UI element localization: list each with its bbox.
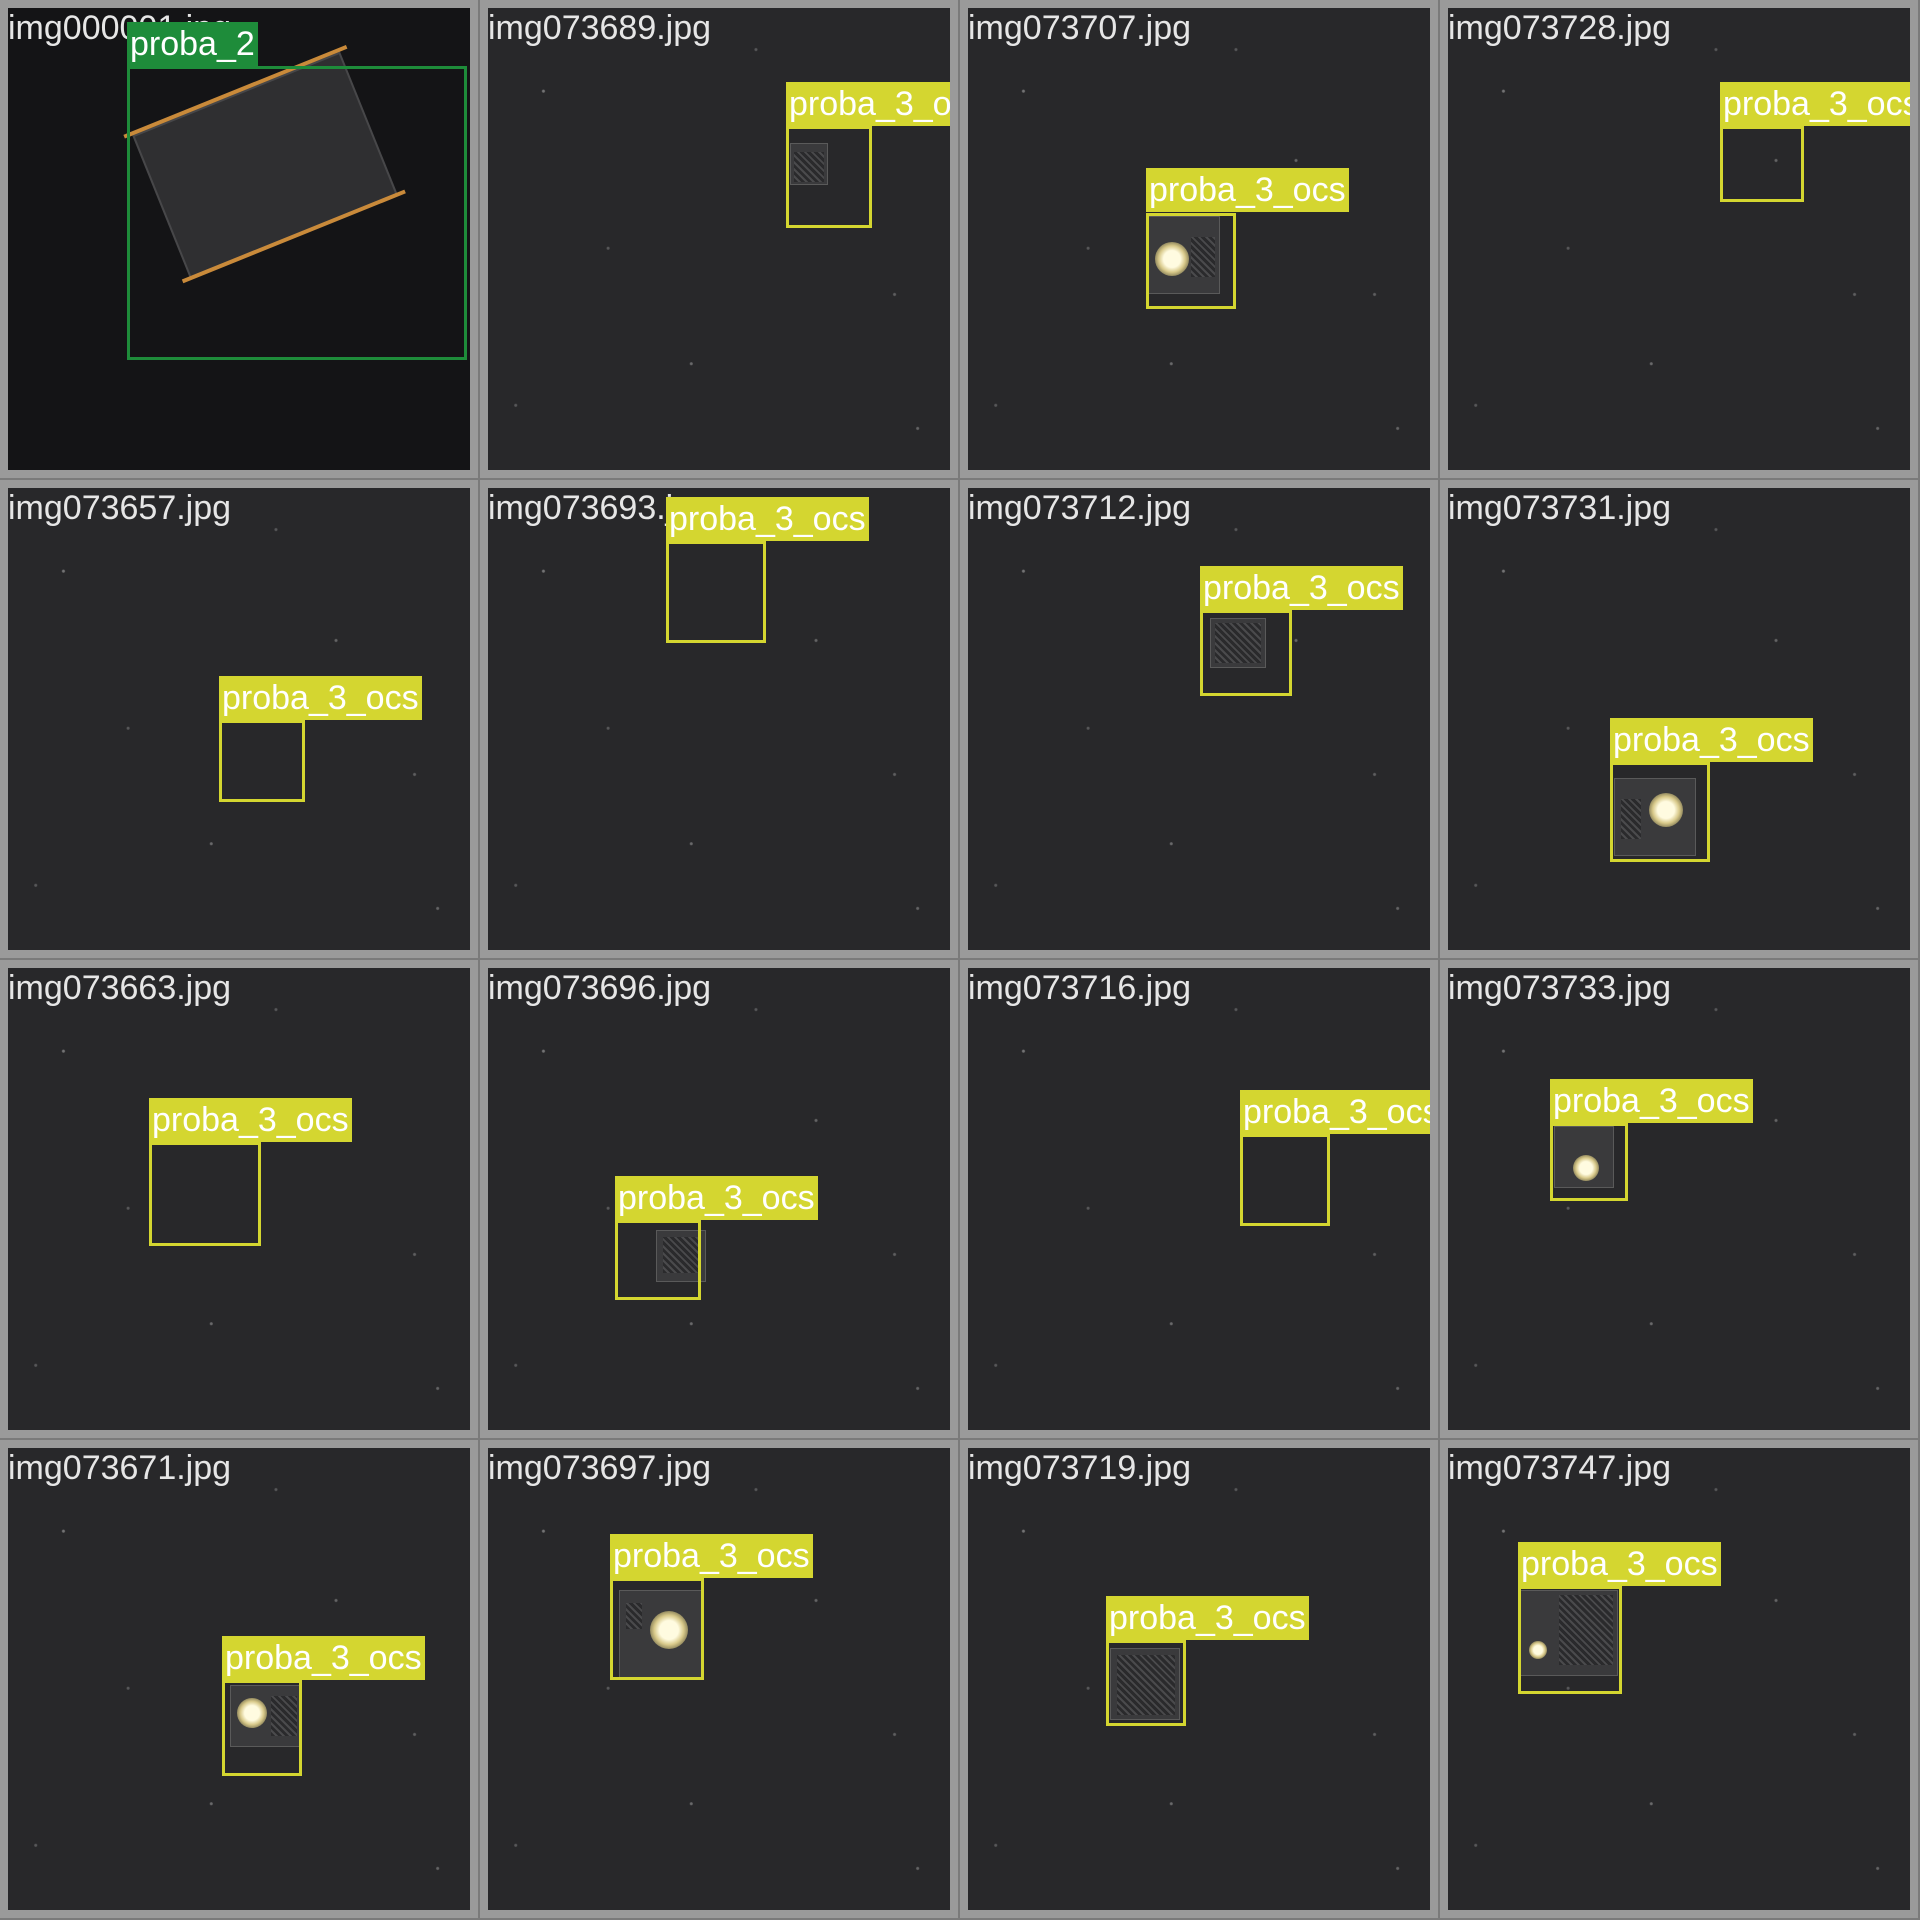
image-filename: img073689.jpg bbox=[488, 9, 712, 47]
image-tile[interactable]: img073728.jpg proba_3_ocs bbox=[1440, 0, 1918, 478]
bounding-box bbox=[1518, 1586, 1622, 1694]
image-filename: img073733.jpg bbox=[1448, 969, 1672, 1007]
class-label: proba_3_ocs bbox=[786, 82, 950, 126]
bounding-box bbox=[127, 66, 467, 360]
image-filename: img073671.jpg bbox=[8, 1449, 232, 1487]
image-tile[interactable]: img073663.jpg proba_3_ocs bbox=[0, 960, 478, 1438]
image-tile[interactable]: img073719.jpg proba_3_ocs bbox=[960, 1440, 1438, 1918]
image-tile[interactable]: img073693.jpg proba_3_ocs bbox=[480, 480, 958, 958]
class-label: proba_3_ocs bbox=[1200, 566, 1403, 610]
bounding-box bbox=[1146, 213, 1236, 309]
image-filename: img073716.jpg bbox=[968, 969, 1192, 1007]
image-filename: img073712.jpg bbox=[968, 489, 1192, 527]
class-label: proba_2 bbox=[127, 22, 258, 66]
image-tile[interactable]: img073657.jpg proba_3_ocs bbox=[0, 480, 478, 958]
bounding-box bbox=[610, 1578, 704, 1680]
image-tile[interactable]: img073671.jpg proba_3_ocs bbox=[0, 1440, 478, 1918]
bounding-box bbox=[1240, 1134, 1330, 1226]
image-filename: img073747.jpg bbox=[1448, 1449, 1672, 1487]
bounding-box bbox=[1550, 1123, 1628, 1201]
bounding-box bbox=[222, 1680, 302, 1776]
bounding-box bbox=[1200, 610, 1292, 696]
bounding-box bbox=[1720, 126, 1804, 202]
class-label: proba_3_ocs bbox=[1518, 1542, 1721, 1586]
class-label: proba_3_ocs bbox=[1240, 1090, 1430, 1134]
image-grid: img000001.jpg proba_2 img073689.jpg prob… bbox=[0, 0, 1920, 1920]
image-tile[interactable]: img073747.jpg proba_3_ocs bbox=[1440, 1440, 1918, 1918]
bounding-box bbox=[149, 1142, 261, 1246]
class-label: proba_3_ocs bbox=[1720, 82, 1910, 126]
bounding-box bbox=[786, 126, 872, 228]
bounding-box bbox=[219, 720, 305, 802]
class-label: proba_3_ocs bbox=[615, 1176, 818, 1220]
image-tile[interactable]: img073716.jpg proba_3_ocs bbox=[960, 960, 1438, 1438]
class-label: proba_3_ocs bbox=[219, 676, 422, 720]
bounding-box bbox=[666, 541, 766, 643]
image-tile[interactable]: img073689.jpg proba_3_ocs bbox=[480, 0, 958, 478]
image-tile[interactable]: img073697.jpg proba_3_ocs bbox=[480, 1440, 958, 1918]
class-label: proba_3_ocs bbox=[666, 497, 869, 541]
bounding-box bbox=[1106, 1640, 1186, 1726]
image-filename: img073697.jpg bbox=[488, 1449, 712, 1487]
class-label: proba_3_ocs bbox=[610, 1534, 813, 1578]
image-tile[interactable]: img000001.jpg proba_2 bbox=[0, 0, 478, 478]
image-filename: img073707.jpg bbox=[968, 9, 1192, 47]
bounding-box bbox=[615, 1220, 701, 1300]
class-label: proba_3_ocs bbox=[1550, 1079, 1753, 1123]
image-filename: img073663.jpg bbox=[8, 969, 232, 1007]
class-label: proba_3_ocs bbox=[1146, 168, 1349, 212]
bounding-box bbox=[1610, 762, 1710, 862]
image-tile[interactable]: img073733.jpg proba_3_ocs bbox=[1440, 960, 1918, 1438]
image-tile[interactable]: img073712.jpg proba_3_ocs bbox=[960, 480, 1438, 958]
class-label: proba_3_ocs bbox=[1106, 1596, 1309, 1640]
image-filename: img073728.jpg bbox=[1448, 9, 1672, 47]
image-filename: img073657.jpg bbox=[8, 489, 232, 527]
image-filename: img073696.jpg bbox=[488, 969, 712, 1007]
image-tile[interactable]: img073707.jpg proba_3_ocs bbox=[960, 0, 1438, 478]
image-tile[interactable]: img073696.jpg proba_3_ocs bbox=[480, 960, 958, 1438]
class-label: proba_3_ocs bbox=[1610, 718, 1813, 762]
class-label: proba_3_ocs bbox=[149, 1098, 352, 1142]
image-tile[interactable]: img073731.jpg proba_3_ocs bbox=[1440, 480, 1918, 958]
class-label: proba_3_ocs bbox=[222, 1636, 425, 1680]
image-filename: img073731.jpg bbox=[1448, 489, 1672, 527]
image-filename: img073719.jpg bbox=[968, 1449, 1192, 1487]
